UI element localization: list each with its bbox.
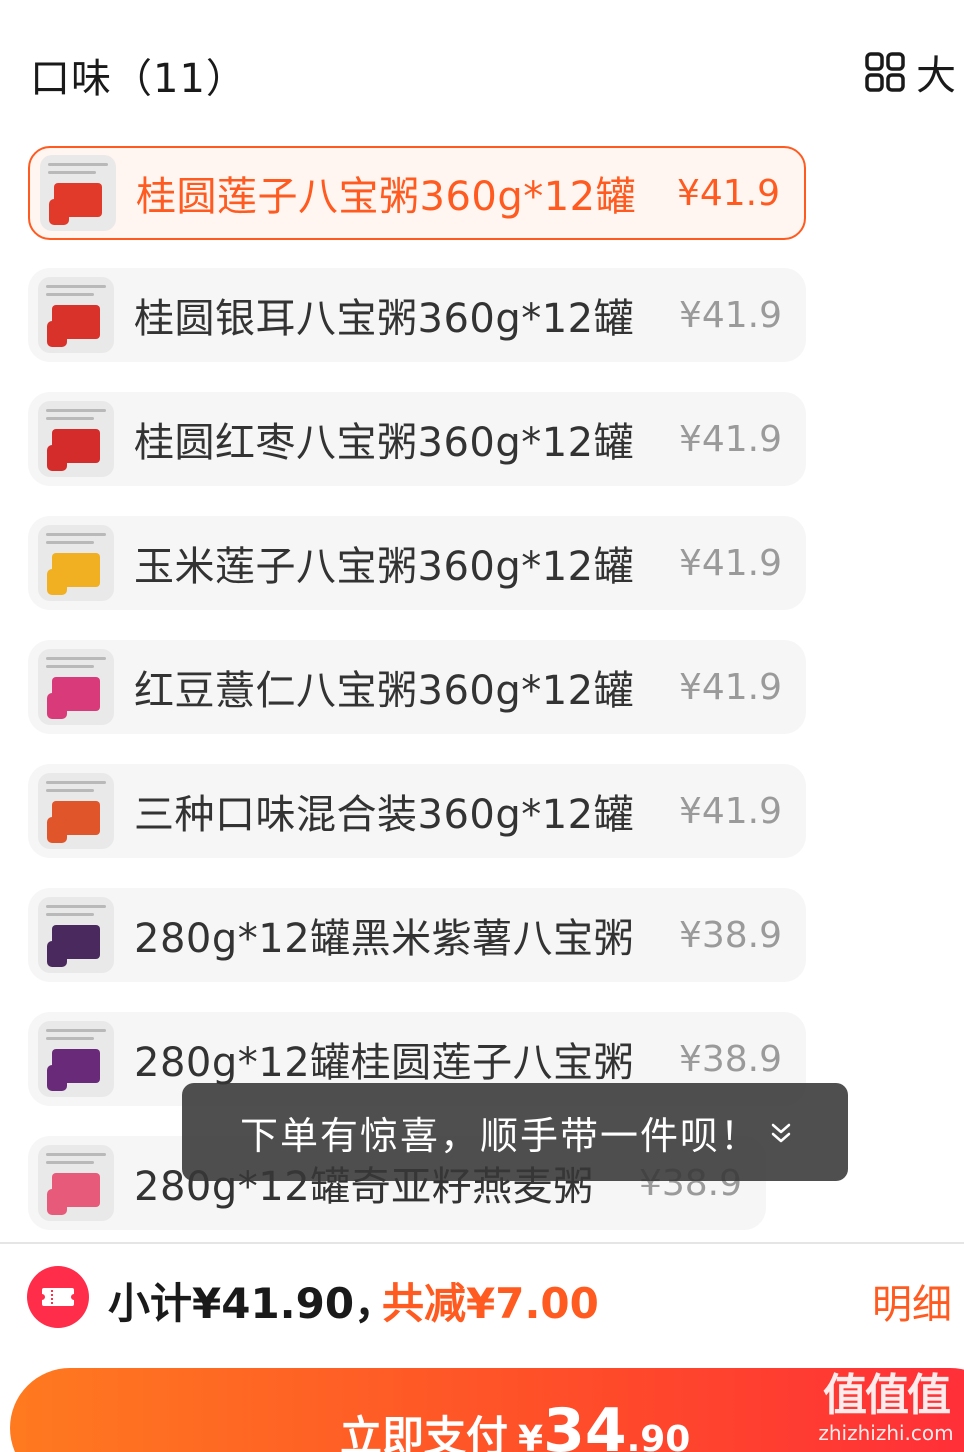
flavor-option-name: 桂圆莲子八宝粥360g*12罐 — [136, 174, 637, 220]
view-toggle-label: 大 — [916, 53, 956, 99]
product-thumbnail — [38, 1145, 114, 1221]
pay-amount-decimal: .90 — [626, 1419, 691, 1452]
flavor-option-name: 红豆薏仁八宝粥360g*12罐 — [134, 668, 635, 714]
product-thumbnail — [38, 401, 114, 477]
flavor-option-price: ¥38.9 — [678, 914, 782, 956]
pay-amount-integer: 34 — [543, 1396, 627, 1452]
watermark: 值值值 zhizhizhi.com — [812, 1370, 960, 1450]
subtotal-text: 小计¥41.90， — [108, 1279, 397, 1328]
flavor-option[interactable]: 三种口味混合装360g*12罐 ¥41.9 — [28, 764, 806, 858]
divider — [0, 1242, 964, 1244]
pay-now-text: 立即支付 — [340, 1412, 509, 1452]
flavor-option-price: ¥41.9 — [678, 666, 782, 708]
discount-text: 共减¥7.00 — [382, 1279, 599, 1328]
ticket-icon — [27, 1266, 89, 1328]
flavor-section-title: 口味（11） — [30, 56, 247, 102]
flavor-option[interactable]: 桂圆银耳八宝粥360g*12罐 ¥41.9 — [28, 268, 806, 362]
flavor-option[interactable]: 桂圆红枣八宝粥360g*12罐 ¥41.9 — [28, 392, 806, 486]
flavor-option-name: 三种口味混合装360g*12罐 — [134, 792, 635, 838]
flavor-option[interactable]: 桂圆莲子八宝粥360g*12罐 ¥41.9 — [28, 146, 806, 240]
flavor-option-price: ¥41.9 — [678, 542, 782, 584]
flavor-option-name: 桂圆红枣八宝粥360g*12罐 — [134, 420, 635, 466]
grid-icon — [865, 52, 905, 92]
flavor-option-name: 桂圆银耳八宝粥360g*12罐 — [134, 296, 635, 342]
header: 口味（11） 大 — [0, 0, 964, 140]
flavor-option-name: 280g*12罐桂圆莲子八宝粥 — [134, 1040, 635, 1086]
flavor-option[interactable]: 红豆薏仁八宝粥360g*12罐 ¥41.9 — [28, 640, 806, 734]
product-thumbnail — [38, 773, 114, 849]
product-thumbnail — [38, 1021, 114, 1097]
flavor-option-name: 280g*12罐黑米紫薯八宝粥 — [134, 916, 635, 962]
watermark-domain: zhizhizhi.com — [818, 1421, 954, 1445]
flavor-option-name: 玉米莲子八宝粥360g*12罐 — [134, 544, 635, 590]
flavor-option-price: ¥38.9 — [678, 1038, 782, 1080]
flavor-option[interactable]: 玉米莲子八宝粥360g*12罐 ¥41.9 — [28, 516, 806, 610]
view-mode-toggle[interactable]: 大 — [864, 50, 956, 99]
pay-currency: ¥ — [518, 1419, 544, 1452]
product-thumbnail — [38, 525, 114, 601]
flavor-option[interactable]: 280g*12罐黑米紫薯八宝粥 ¥38.9 — [28, 888, 806, 982]
promo-toast-text: 下单有惊喜，顺手带一件呗！ — [240, 1113, 761, 1158]
price-detail-link[interactable]: 明细 — [872, 1272, 952, 1330]
order-summary: 小计¥41.90， 共减¥7.00 明细 — [0, 1260, 964, 1336]
product-thumbnail — [38, 649, 114, 725]
flavor-option-price: ¥41.9 — [678, 294, 782, 336]
pay-now-label[interactable]: 立即支付 ¥34.90 — [340, 1396, 690, 1452]
flavor-option-price: ¥41.9 — [678, 418, 782, 460]
flavor-option-price: ¥41.9 — [678, 790, 782, 832]
promo-toast[interactable]: 下单有惊喜，顺手带一件呗！ — [182, 1083, 848, 1181]
flavor-option-price: ¥41.9 — [676, 172, 780, 214]
double-chevron-down-icon[interactable] — [770, 1121, 792, 1145]
watermark-logo: 值值值 — [823, 1370, 951, 1421]
product-thumbnail — [38, 277, 114, 353]
product-thumbnail — [38, 897, 114, 973]
product-thumbnail — [40, 155, 116, 231]
